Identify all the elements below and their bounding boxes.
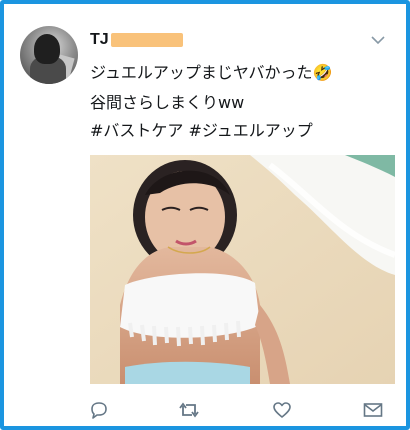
avatar-head	[34, 34, 60, 64]
tweet-text-line-2: 谷間さらしまくりww	[90, 93, 245, 112]
tweet-text-line-3[interactable]: #バストケア #ジュエルアップ	[90, 120, 313, 142]
envelope-icon[interactable]	[362, 400, 384, 420]
author-row: TJ	[90, 30, 183, 50]
avatar[interactable]	[20, 26, 78, 84]
beach-photo-illustration	[90, 155, 395, 384]
tweet-card: TJ ジュエルアップまじヤバかった🤣 谷間さらしまくりww #バストケア #ジュ…	[0, 0, 410, 430]
heart-icon[interactable]	[271, 400, 293, 420]
tweet-text-line-1: ジュエルアップまじヤバかった🤣	[90, 63, 333, 82]
tweet-photo[interactable]	[90, 155, 395, 384]
reply-icon[interactable]	[88, 400, 110, 420]
retweet-icon[interactable]	[178, 400, 200, 420]
author-name[interactable]: TJ	[90, 31, 109, 49]
redaction-mark	[110, 33, 183, 47]
chevron-down-icon[interactable]	[370, 34, 386, 46]
